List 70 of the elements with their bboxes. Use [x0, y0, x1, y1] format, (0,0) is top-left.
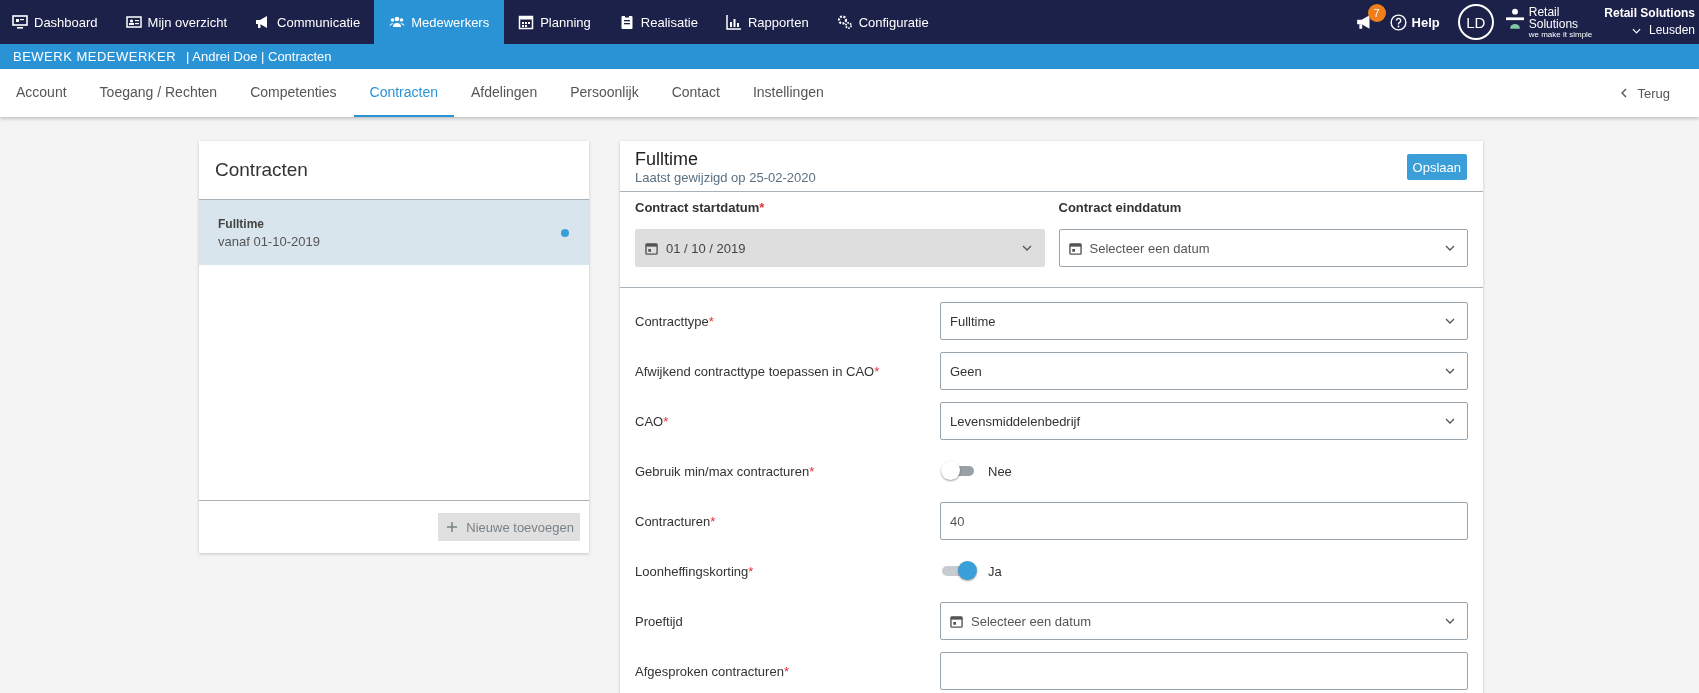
- help-icon: [1389, 13, 1407, 31]
- logo-text: Solutions: [1528, 17, 1580, 30]
- page-title: BEWERK MEDEWERKER: [13, 49, 177, 64]
- field-label: Contracttype*: [635, 313, 715, 329]
- nav-item[interactable]: Rapporten: [711, 0, 823, 44]
- logo-icon: [1505, 7, 1524, 30]
- tab[interactable]: Afdelingen: [455, 69, 554, 117]
- select-field[interactable]: Levensmiddelenbedrijf: [940, 402, 1468, 440]
- field-label: Proeftijd: [635, 613, 684, 629]
- field-label: Contracturen*: [635, 513, 717, 529]
- user-avatar[interactable]: LD: [1457, 4, 1494, 40]
- id-card-icon: [125, 14, 142, 30]
- select-field[interactable]: Geen: [940, 352, 1468, 390]
- field-label: CAO*: [635, 413, 670, 429]
- breadcrumb-path: | Andrei Doe | Contracten: [186, 49, 332, 64]
- people-icon: [389, 14, 406, 30]
- contract-list-item[interactable]: Fulltime vanaf 01-10-2019: [199, 200, 589, 265]
- chevron-down-icon: [1445, 618, 1455, 624]
- logo-text: Retail: [1528, 5, 1561, 18]
- tab[interactable]: Persoonlijk: [554, 69, 655, 117]
- field-label: Afwijkend contracttype toepassen in CAO*: [635, 363, 881, 379]
- tab[interactable]: Instellingen: [736, 69, 840, 117]
- tab[interactable]: Account: [0, 69, 83, 117]
- chevron-down-icon: [1445, 368, 1455, 374]
- tab[interactable]: Contact: [655, 69, 736, 117]
- calendar-icon: [518, 14, 535, 30]
- field-label: Contract startdatum*: [635, 200, 766, 215]
- calendar-icon: [645, 241, 658, 255]
- calendar-icon: [950, 614, 963, 628]
- organization-name: Retail Solutions: [1604, 5, 1695, 22]
- nav-item[interactable]: Configuratie: [822, 0, 943, 44]
- date-field[interactable]: Selecteer een datum: [940, 602, 1468, 640]
- contract-title: Fulltime: [635, 149, 699, 170]
- nav-item[interactable]: Mijn overzicht: [111, 0, 242, 44]
- location-selector[interactable]: Leusden: [1631, 22, 1695, 39]
- nav-item[interactable]: Communicatie: [241, 0, 375, 44]
- chevron-down-icon: [1445, 318, 1455, 324]
- chevron-down-icon: [1445, 418, 1455, 424]
- toggle-label: Ja: [988, 563, 1002, 579]
- chevron-down-icon: [1021, 245, 1032, 251]
- chevron-left-icon: [1621, 88, 1628, 98]
- tab[interactable]: Competenties: [234, 69, 353, 117]
- field-label: Gebruik min/max contracturen*: [635, 463, 816, 479]
- last-modified-text: Laatst gewijzigd op 25-02-2020: [635, 170, 816, 185]
- nav-item[interactable]: Dashboard: [0, 0, 112, 44]
- nav-item[interactable]: Planning: [504, 0, 605, 44]
- date-field[interactable]: Selecteer een datum: [1058, 229, 1468, 267]
- monitor-icon: [12, 14, 28, 30]
- bar-chart-icon: [725, 14, 742, 30]
- field-label: Loonheffingskorting*: [635, 563, 755, 579]
- toggle-label: Nee: [988, 463, 1012, 479]
- field-label: Afgesproken contracturen*: [635, 663, 790, 679]
- select-field[interactable]: Fulltime: [940, 302, 1468, 340]
- input-field[interactable]: 40: [940, 502, 1468, 540]
- gears-icon: [836, 14, 853, 30]
- chevron-down-icon: [1445, 245, 1455, 251]
- back-link[interactable]: Terug: [1621, 69, 1699, 117]
- tab[interactable]: Toegang / Rechten: [83, 69, 234, 117]
- contract-name: Fulltime: [218, 216, 265, 231]
- plus-icon: [446, 521, 459, 533]
- input-field[interactable]: [940, 652, 1468, 690]
- nav-item[interactable]: Realisatie: [604, 0, 712, 44]
- field-label: Contract einddatum: [1058, 200, 1183, 215]
- help-link[interactable]: Help: [1389, 13, 1440, 31]
- chevron-down-icon: [1631, 27, 1641, 34]
- logo-tagline: we make it simple: [1528, 29, 1593, 39]
- toggle-switch[interactable]: [940, 560, 978, 582]
- contract-start: vanaf 01-10-2019: [218, 233, 320, 249]
- calendar-icon: [1068, 241, 1082, 255]
- notification-count: 7: [1367, 4, 1386, 22]
